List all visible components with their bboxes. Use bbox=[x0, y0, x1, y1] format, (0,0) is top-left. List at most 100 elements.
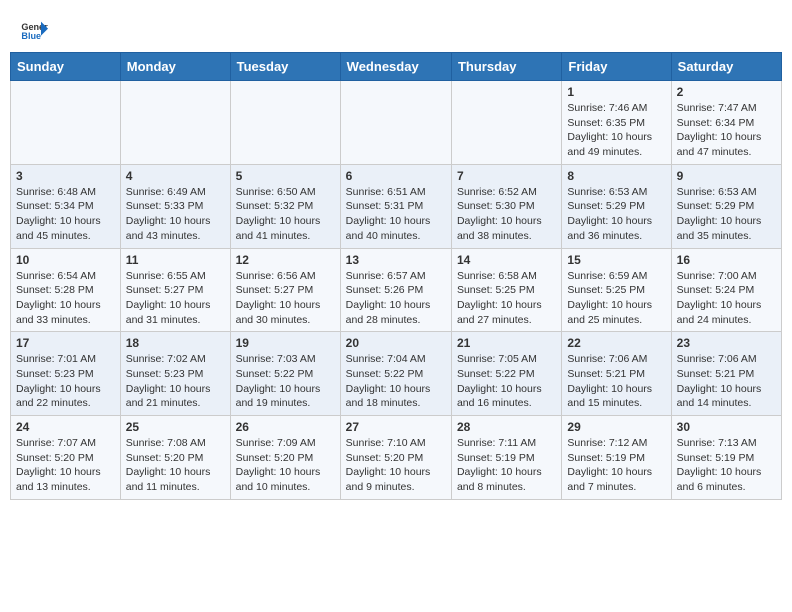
day-number: 29 bbox=[567, 420, 665, 434]
calendar-cell bbox=[120, 81, 230, 165]
day-number: 15 bbox=[567, 253, 665, 267]
calendar-cell bbox=[451, 81, 561, 165]
calendar-cell: 28 Sunrise: 7:11 AM Sunset: 5:19 PM Dayli… bbox=[451, 416, 561, 500]
calendar-header: SundayMondayTuesdayWednesdayThursdayFrid… bbox=[11, 53, 782, 81]
calendar-cell: 11Sunrise: 6:55 AM Sunset: 5:27 PM Dayli… bbox=[120, 248, 230, 332]
logo: General Blue bbox=[20, 16, 52, 44]
calendar-row: 17 Sunrise: 7:01 AM Sunset: 5:23 PM Dayli… bbox=[11, 332, 782, 416]
weekday-header-row: SundayMondayTuesdayWednesdayThursdayFrid… bbox=[11, 53, 782, 81]
calendar-cell: 14 Sunrise: 6:58 AM Sunset: 5:25 PM Dayli… bbox=[451, 248, 561, 332]
day-info: Sunrise: 6:48 AM Sunset: 5:34 PM Dayligh… bbox=[16, 185, 115, 244]
day-number: 10 bbox=[16, 253, 115, 267]
day-info: Sunrise: 7:08 AM Sunset: 5:20 PM Dayligh… bbox=[126, 436, 225, 495]
day-info: Sunrise: 7:04 AM Sunset: 5:22 PM Dayligh… bbox=[346, 352, 446, 411]
calendar-cell: 22 Sunrise: 7:06 AM Sunset: 5:21 PM Dayli… bbox=[562, 332, 671, 416]
day-number: 28 bbox=[457, 420, 556, 434]
day-number: 4 bbox=[126, 169, 225, 183]
calendar-row: 10 Sunrise: 6:54 AM Sunset: 5:28 PM Dayli… bbox=[11, 248, 782, 332]
calendar-row: 3 Sunrise: 6:48 AM Sunset: 5:34 PM Daylig… bbox=[11, 164, 782, 248]
calendar-cell: 29Sunrise: 7:12 AM Sunset: 5:19 PM Dayli… bbox=[562, 416, 671, 500]
day-info: Sunrise: 6:52 AM Sunset: 5:30 PM Dayligh… bbox=[457, 185, 556, 244]
calendar-cell: 13Sunrise: 6:57 AM Sunset: 5:26 PM Dayli… bbox=[340, 248, 451, 332]
calendar-cell: 16 Sunrise: 7:00 AM Sunset: 5:24 PM Dayli… bbox=[671, 248, 781, 332]
calendar-cell: 5 Sunrise: 6:50 AM Sunset: 5:32 PM Daylig… bbox=[230, 164, 340, 248]
day-number: 3 bbox=[16, 169, 115, 183]
calendar-cell: 24Sunrise: 7:07 AM Sunset: 5:20 PM Dayli… bbox=[11, 416, 121, 500]
day-info: Sunrise: 6:58 AM Sunset: 5:25 PM Dayligh… bbox=[457, 269, 556, 328]
day-number: 9 bbox=[677, 169, 776, 183]
day-info: Sunrise: 7:01 AM Sunset: 5:23 PM Dayligh… bbox=[16, 352, 115, 411]
weekday-header: Thursday bbox=[451, 53, 561, 81]
calendar-cell: 4 Sunrise: 6:49 AM Sunset: 5:33 PM Daylig… bbox=[120, 164, 230, 248]
calendar-cell bbox=[230, 81, 340, 165]
calendar-cell: 30 Sunrise: 7:13 AM Sunset: 5:19 PM Dayli… bbox=[671, 416, 781, 500]
day-number: 14 bbox=[457, 253, 556, 267]
day-info: Sunrise: 6:55 AM Sunset: 5:27 PM Dayligh… bbox=[126, 269, 225, 328]
day-info: Sunrise: 6:53 AM Sunset: 5:29 PM Dayligh… bbox=[567, 185, 665, 244]
day-info: Sunrise: 7:06 AM Sunset: 5:21 PM Dayligh… bbox=[567, 352, 665, 411]
calendar-cell: 1 Sunrise: 7:46 AM Sunset: 6:35 PM Daylig… bbox=[562, 81, 671, 165]
day-info: Sunrise: 6:54 AM Sunset: 5:28 PM Dayligh… bbox=[16, 269, 115, 328]
day-info: Sunrise: 7:02 AM Sunset: 5:23 PM Dayligh… bbox=[126, 352, 225, 411]
calendar-cell: 26Sunrise: 7:09 AM Sunset: 5:20 PM Dayli… bbox=[230, 416, 340, 500]
day-number: 2 bbox=[677, 85, 776, 99]
weekday-header: Saturday bbox=[671, 53, 781, 81]
weekday-header: Monday bbox=[120, 53, 230, 81]
day-info: Sunrise: 7:47 AM Sunset: 6:34 PM Dayligh… bbox=[677, 101, 776, 160]
day-number: 18 bbox=[126, 336, 225, 350]
day-number: 27 bbox=[346, 420, 446, 434]
day-info: Sunrise: 6:49 AM Sunset: 5:33 PM Dayligh… bbox=[126, 185, 225, 244]
day-number: 22 bbox=[567, 336, 665, 350]
calendar-cell: 15 Sunrise: 6:59 AM Sunset: 5:25 PM Dayli… bbox=[562, 248, 671, 332]
day-number: 24 bbox=[16, 420, 115, 434]
calendar-row: 24Sunrise: 7:07 AM Sunset: 5:20 PM Dayli… bbox=[11, 416, 782, 500]
day-number: 13 bbox=[346, 253, 446, 267]
day-number: 21 bbox=[457, 336, 556, 350]
day-number: 6 bbox=[346, 169, 446, 183]
day-number: 16 bbox=[677, 253, 776, 267]
day-info: Sunrise: 7:46 AM Sunset: 6:35 PM Dayligh… bbox=[567, 101, 665, 160]
calendar: SundayMondayTuesdayWednesdayThursdayFrid… bbox=[0, 52, 792, 510]
day-info: Sunrise: 7:13 AM Sunset: 5:19 PM Dayligh… bbox=[677, 436, 776, 495]
day-info: Sunrise: 7:11 AM Sunset: 5:19 PM Dayligh… bbox=[457, 436, 556, 495]
calendar-table: SundayMondayTuesdayWednesdayThursdayFrid… bbox=[10, 52, 782, 500]
calendar-cell: 3 Sunrise: 6:48 AM Sunset: 5:34 PM Daylig… bbox=[11, 164, 121, 248]
day-info: Sunrise: 7:03 AM Sunset: 5:22 PM Dayligh… bbox=[236, 352, 335, 411]
day-number: 30 bbox=[677, 420, 776, 434]
weekday-header: Friday bbox=[562, 53, 671, 81]
day-number: 17 bbox=[16, 336, 115, 350]
page-header: General Blue bbox=[0, 0, 792, 52]
day-info: Sunrise: 7:00 AM Sunset: 5:24 PM Dayligh… bbox=[677, 269, 776, 328]
calendar-cell: 12 Sunrise: 6:56 AM Sunset: 5:27 PM Dayli… bbox=[230, 248, 340, 332]
calendar-cell: 10 Sunrise: 6:54 AM Sunset: 5:28 PM Dayli… bbox=[11, 248, 121, 332]
day-info: Sunrise: 7:10 AM Sunset: 5:20 PM Dayligh… bbox=[346, 436, 446, 495]
calendar-cell: 19 Sunrise: 7:03 AM Sunset: 5:22 PM Dayli… bbox=[230, 332, 340, 416]
calendar-body: 1 Sunrise: 7:46 AM Sunset: 6:35 PM Daylig… bbox=[11, 81, 782, 500]
day-info: Sunrise: 7:06 AM Sunset: 5:21 PM Dayligh… bbox=[677, 352, 776, 411]
day-info: Sunrise: 6:50 AM Sunset: 5:32 PM Dayligh… bbox=[236, 185, 335, 244]
day-number: 12 bbox=[236, 253, 335, 267]
weekday-header: Sunday bbox=[11, 53, 121, 81]
weekday-header: Wednesday bbox=[340, 53, 451, 81]
calendar-row: 1 Sunrise: 7:46 AM Sunset: 6:35 PM Daylig… bbox=[11, 81, 782, 165]
day-info: Sunrise: 6:56 AM Sunset: 5:27 PM Dayligh… bbox=[236, 269, 335, 328]
svg-text:Blue: Blue bbox=[21, 31, 41, 41]
calendar-cell: 23Sunrise: 7:06 AM Sunset: 5:21 PM Dayli… bbox=[671, 332, 781, 416]
day-number: 5 bbox=[236, 169, 335, 183]
day-info: Sunrise: 6:51 AM Sunset: 5:31 PM Dayligh… bbox=[346, 185, 446, 244]
day-number: 19 bbox=[236, 336, 335, 350]
calendar-cell: 9Sunrise: 6:53 AM Sunset: 5:29 PM Daylig… bbox=[671, 164, 781, 248]
day-number: 20 bbox=[346, 336, 446, 350]
day-number: 25 bbox=[126, 420, 225, 434]
day-info: Sunrise: 6:59 AM Sunset: 5:25 PM Dayligh… bbox=[567, 269, 665, 328]
calendar-cell: 20 Sunrise: 7:04 AM Sunset: 5:22 PM Dayli… bbox=[340, 332, 451, 416]
calendar-cell: 6 Sunrise: 6:51 AM Sunset: 5:31 PM Daylig… bbox=[340, 164, 451, 248]
calendar-cell: 17 Sunrise: 7:01 AM Sunset: 5:23 PM Dayli… bbox=[11, 332, 121, 416]
calendar-cell: 21Sunrise: 7:05 AM Sunset: 5:22 PM Dayli… bbox=[451, 332, 561, 416]
day-number: 26 bbox=[236, 420, 335, 434]
logo-icon: General Blue bbox=[20, 16, 48, 44]
calendar-cell: 8Sunrise: 6:53 AM Sunset: 5:29 PM Daylig… bbox=[562, 164, 671, 248]
calendar-cell: 7Sunrise: 6:52 AM Sunset: 5:30 PM Daylig… bbox=[451, 164, 561, 248]
weekday-header: Tuesday bbox=[230, 53, 340, 81]
day-number: 1 bbox=[567, 85, 665, 99]
